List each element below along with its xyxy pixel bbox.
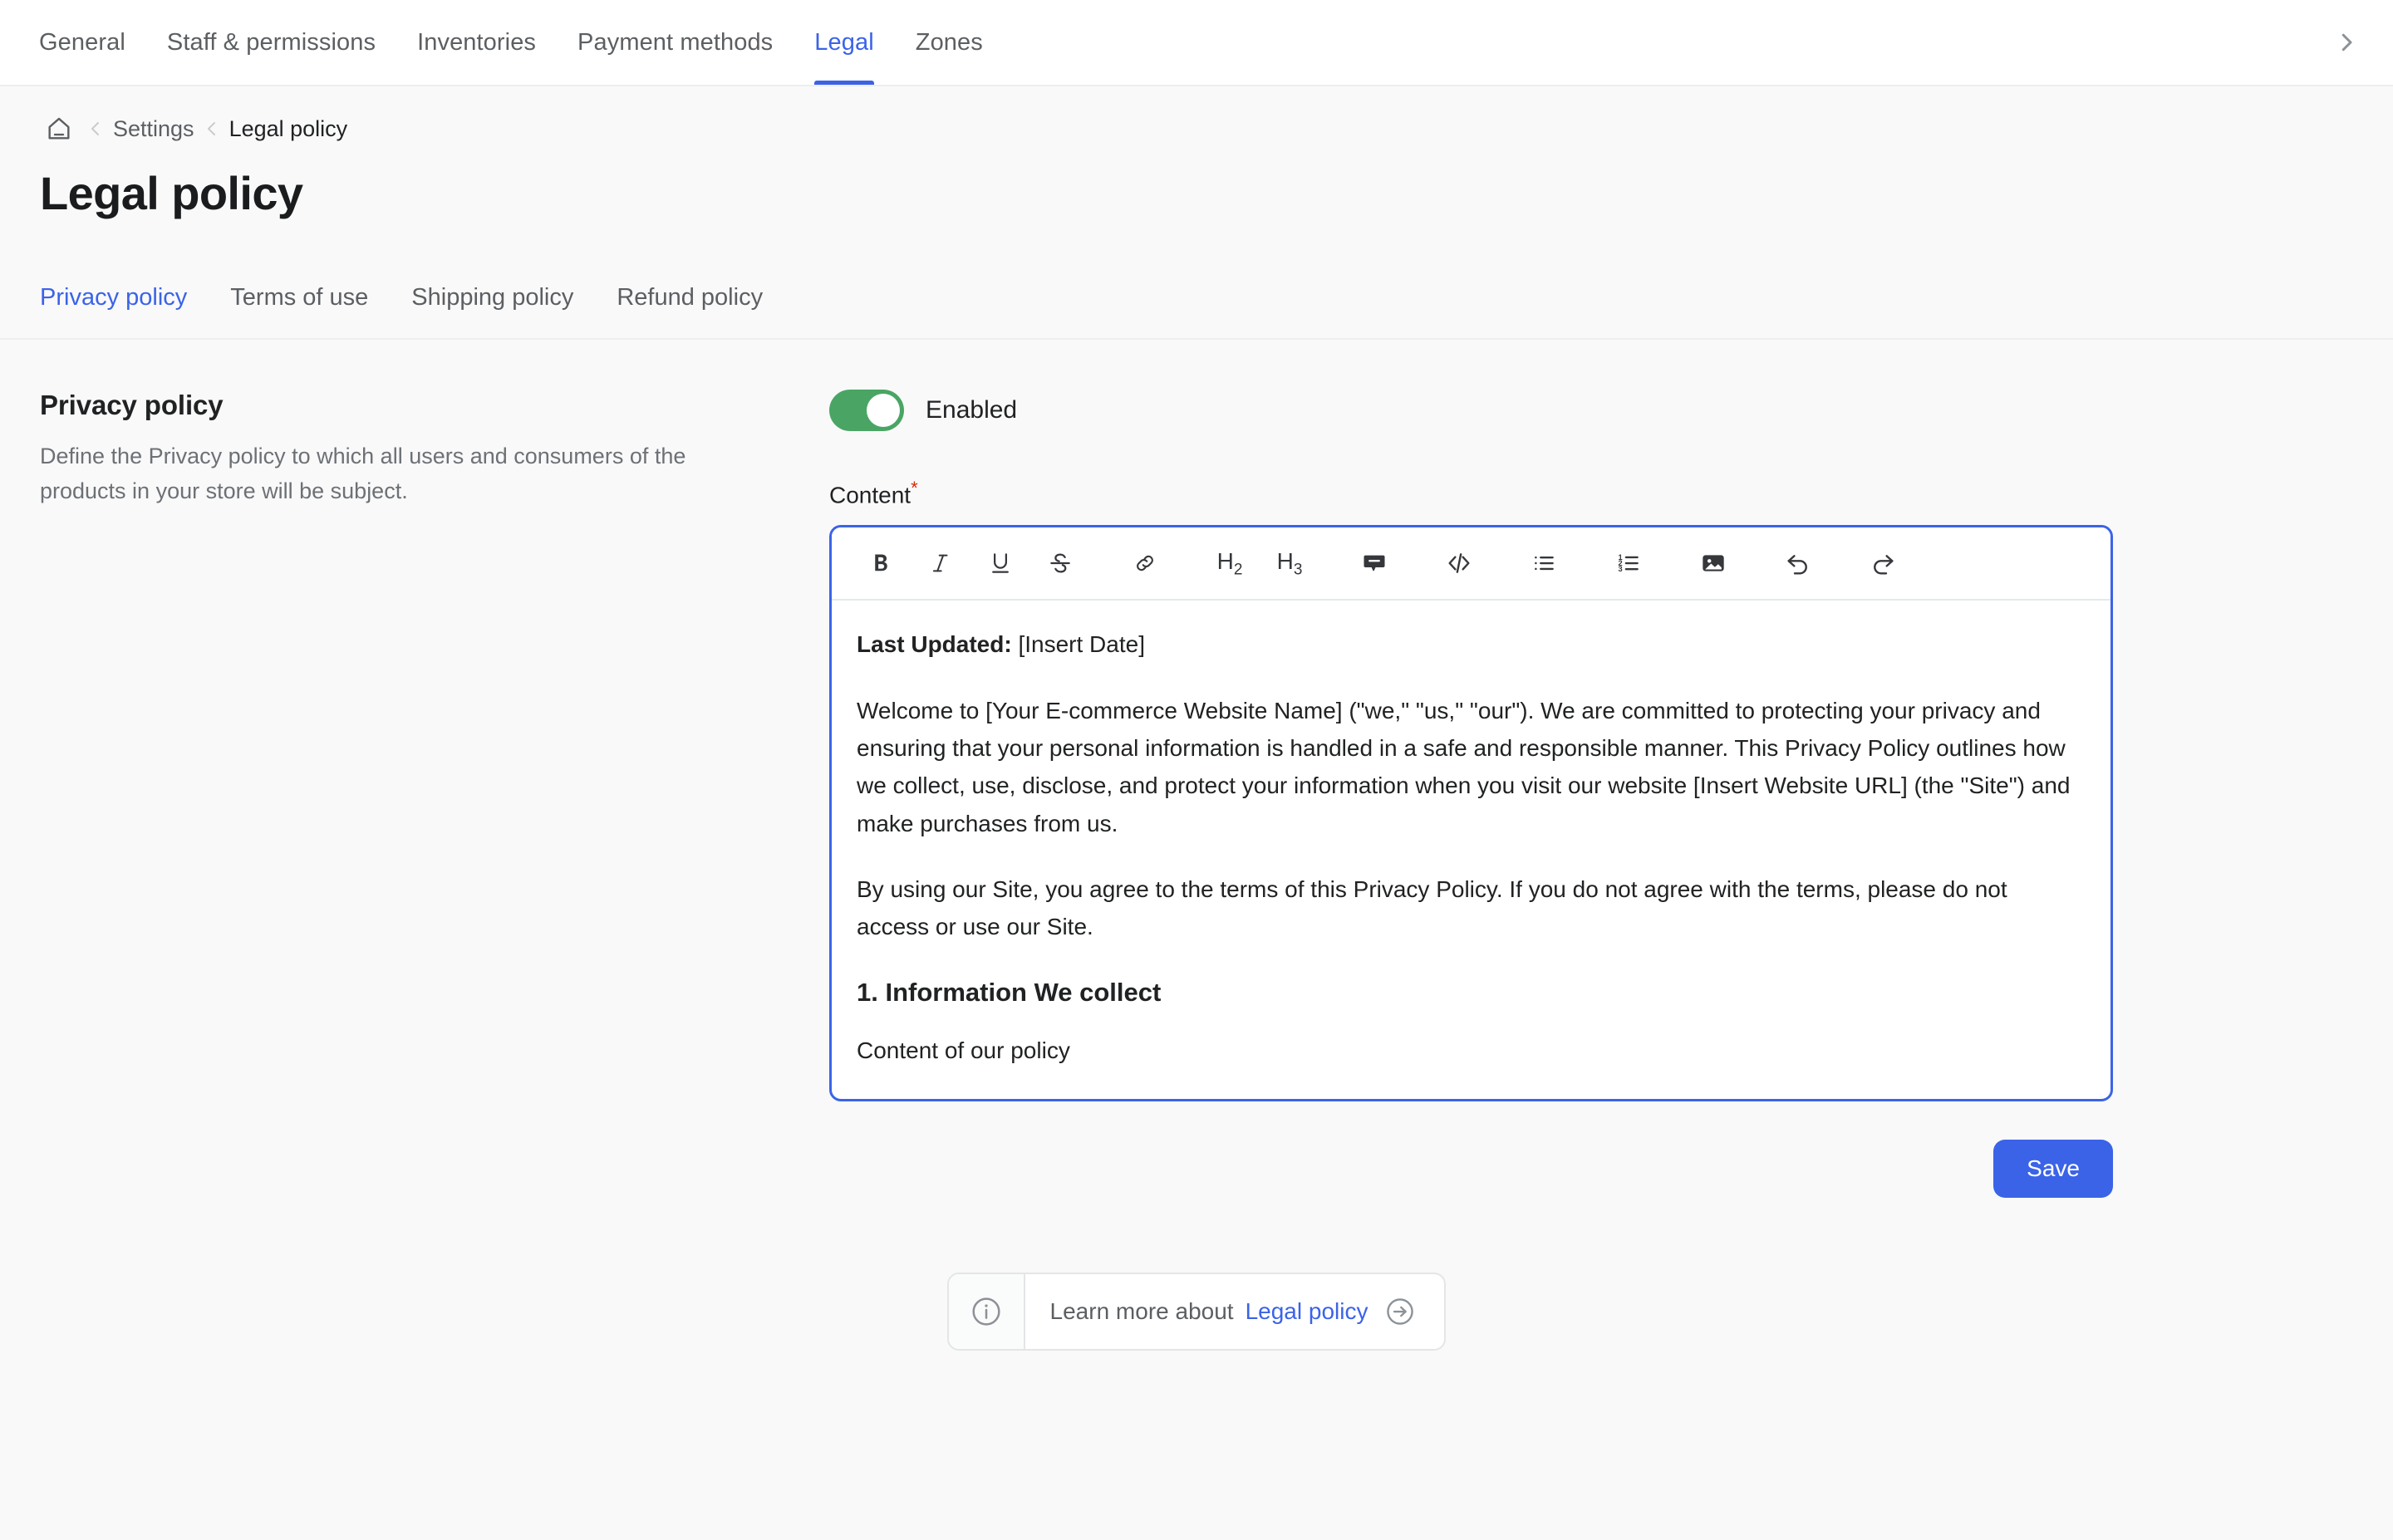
heading-3-icon[interactable]: H3 — [1264, 537, 1315, 589]
italic-icon[interactable] — [915, 537, 966, 589]
blockquote-icon[interactable] — [1349, 537, 1400, 589]
top-nav-tab-general[interactable]: General — [18, 0, 146, 85]
content-field-label: Content* — [829, 478, 2113, 508]
enabled-toggle-label: Enabled — [926, 396, 1017, 424]
save-button[interactable]: Save — [1993, 1140, 2113, 1198]
required-marker: * — [911, 478, 918, 498]
heading-2-icon[interactable]: H2 — [1204, 537, 1255, 589]
toggle-knob — [867, 394, 900, 427]
top-nav-tab-label: General — [39, 29, 125, 56]
learn-more-body: Learn more about Legal policy — [1025, 1274, 1445, 1349]
page-title: Legal policy — [40, 166, 2353, 257]
settings-body: Privacy policy Define the Privacy policy… — [0, 340, 2393, 1198]
redo-icon[interactable] — [1857, 537, 1909, 589]
learn-more-container: Learn more about Legal policy — [0, 1273, 2393, 1400]
last-updated-value: [Insert Date] — [1012, 631, 1145, 657]
learn-more-banner[interactable]: Learn more about Legal policy — [947, 1273, 1447, 1351]
chevron-left-icon — [194, 111, 229, 146]
top-nav-tab-zones[interactable]: Zones — [895, 0, 1004, 85]
top-navigation-bar: General Staff & permissions Inventories … — [0, 0, 2393, 86]
editor-content-area[interactable]: Last Updated: [Insert Date] Welcome to [… — [832, 601, 2110, 1099]
top-nav-tab-label: Zones — [916, 29, 983, 56]
learn-more-text: Learn more about — [1050, 1298, 1234, 1325]
home-icon[interactable] — [40, 110, 78, 148]
save-row: Save — [829, 1140, 2113, 1198]
rich-text-editor[interactable]: H2 H3 123 — [829, 525, 2113, 1101]
arrow-right-circle-icon[interactable] — [1384, 1296, 1416, 1327]
section-title: Privacy policy — [40, 390, 779, 421]
breadcrumb: Settings Legal policy — [40, 86, 2353, 146]
chevron-left-icon — [78, 111, 113, 146]
strikethrough-icon[interactable] — [1034, 537, 1086, 589]
editor-heading-1: 1. Information We collect — [857, 974, 2086, 1010]
policy-form-column: Enabled Content* — [829, 390, 2113, 1198]
top-nav-tab-label: Staff & permissions — [167, 29, 376, 56]
enabled-toggle[interactable] — [829, 390, 904, 431]
tab-terms-of-use[interactable]: Terms of use — [230, 284, 368, 311]
numbered-list-icon[interactable]: 123 — [1603, 537, 1654, 589]
breadcrumb-item-legal-policy[interactable]: Legal policy — [229, 116, 348, 142]
top-nav-tab-label: Payment methods — [577, 29, 773, 56]
tab-privacy-policy[interactable]: Privacy policy — [40, 284, 187, 311]
top-nav-tab-label: Legal — [814, 29, 873, 56]
last-updated-label: Last Updated: — [857, 631, 1012, 657]
chevron-right-icon[interactable] — [2330, 26, 2363, 59]
content-label-text: Content — [829, 482, 911, 508]
svg-text:3: 3 — [1619, 565, 1623, 573]
editor-paragraph-2: By using our Site, you agree to the term… — [857, 871, 2086, 946]
top-nav-tab-payment-methods[interactable]: Payment methods — [557, 0, 794, 85]
editor-paragraph-3: Content of our policy — [857, 1032, 2086, 1069]
image-icon[interactable] — [1688, 537, 1739, 589]
breadcrumb-item-settings[interactable]: Settings — [113, 116, 194, 142]
tab-shipping-policy[interactable]: Shipping policy — [411, 284, 573, 311]
top-nav-tab-inventories[interactable]: Inventories — [396, 0, 557, 85]
editor-paragraph-last-updated: Last Updated: [Insert Date] — [857, 625, 2086, 663]
heading-3-label: H3 — [1277, 548, 1303, 580]
heading-2-label: H2 — [1217, 548, 1243, 580]
undo-icon[interactable] — [1772, 537, 1824, 589]
top-nav-tab-label: Inventories — [417, 29, 536, 56]
learn-more-link[interactable]: Legal policy — [1246, 1298, 1368, 1325]
page-header: Settings Legal policy Legal policy — [0, 86, 2393, 257]
top-nav-tab-list: General Staff & permissions Inventories … — [0, 0, 1004, 85]
top-nav-tab-legal[interactable]: Legal — [794, 0, 894, 85]
policy-tab-list: Privacy policy Terms of use Shipping pol… — [0, 257, 2393, 340]
editor-toolbar: H2 H3 123 — [832, 527, 2110, 601]
underline-icon[interactable] — [975, 537, 1026, 589]
section-description: Define the Privacy policy to which all u… — [40, 439, 771, 509]
editor-paragraph-1: Welcome to [Your E-commerce Website Name… — [857, 692, 2086, 842]
top-nav-tab-staff-permissions[interactable]: Staff & permissions — [146, 0, 396, 85]
bulleted-list-icon[interactable] — [1518, 537, 1570, 589]
info-circle-icon — [949, 1274, 1025, 1349]
section-description-column: Privacy policy Define the Privacy policy… — [40, 390, 829, 1198]
enabled-toggle-row: Enabled — [829, 390, 2113, 431]
bold-icon[interactable] — [855, 537, 907, 589]
code-icon[interactable] — [1433, 537, 1485, 589]
tab-refund-policy[interactable]: Refund policy — [617, 284, 763, 311]
link-icon[interactable] — [1119, 537, 1171, 589]
